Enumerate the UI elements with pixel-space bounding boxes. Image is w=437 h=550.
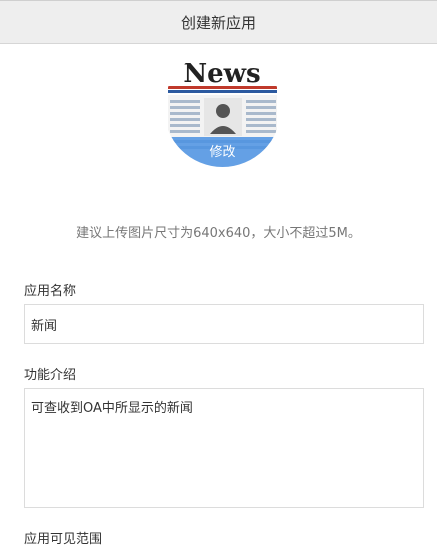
app-visibility-label: 应用可见范围	[24, 532, 103, 547]
upload-hint: 建议上传图片尺寸为640x640，大小不超过5M。	[76, 226, 361, 241]
edit-icon-button[interactable]: 修改	[164, 137, 281, 167]
page-title: 创建新应用	[180, 13, 256, 32]
page-header: 创建新应用	[0, 0, 437, 44]
app-name-input[interactable]	[24, 304, 424, 344]
app-description-input[interactable]: 可查收到OA中所显示的新闻	[24, 388, 424, 508]
app-icon-uploader[interactable]: News 修改	[164, 50, 281, 167]
app-description-label: 功能介绍	[24, 368, 77, 383]
news-icon-text: News	[183, 59, 260, 89]
app-name-label: 应用名称	[24, 284, 77, 299]
